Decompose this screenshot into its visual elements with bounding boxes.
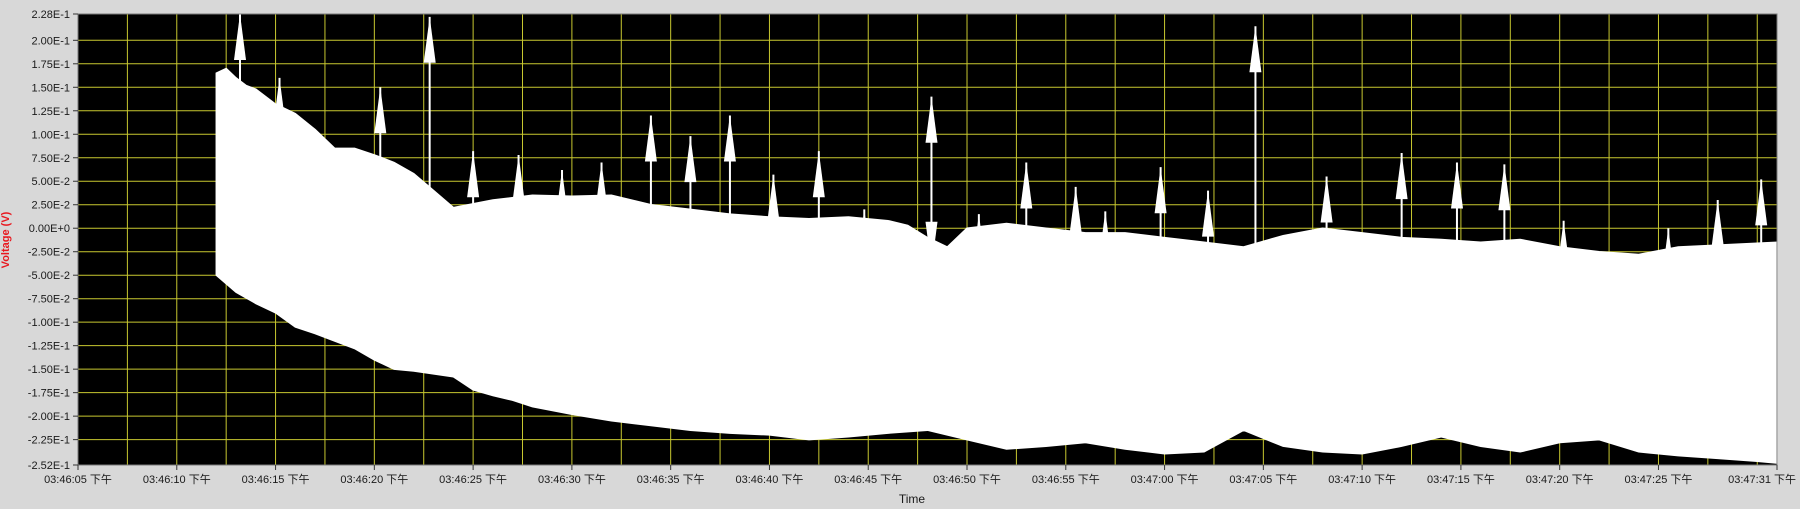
x-tick-label: 03:47:15 下午 — [1427, 473, 1495, 486]
x-tick-label: 03:46:40 下午 — [736, 473, 804, 486]
x-tick-label: 03:46:20 下午 — [340, 473, 408, 486]
y-tick-label: -1.50E-1 — [28, 364, 70, 376]
y-tick-label: -1.25E-1 — [28, 341, 70, 353]
y-tick-label: 7.50E-2 — [31, 153, 70, 165]
x-tick-label: 03:47:25 下午 — [1625, 473, 1693, 486]
y-tick-label: -5.00E-2 — [28, 270, 70, 282]
x-tick-label: 03:47:05 下午 — [1229, 473, 1297, 486]
x-tick-label: 03:46:10 下午 — [143, 473, 211, 486]
y-tick-label: -2.00E-1 — [28, 411, 70, 423]
y-tick-label: 2.28E-1 — [31, 9, 70, 21]
x-tick-label: 03:47:00 下午 — [1131, 473, 1199, 486]
y-tick-label: -1.75E-1 — [28, 388, 70, 400]
x-tick-label: 03:46:50 下午 — [933, 473, 1001, 486]
x-tick-label: 03:46:25 下午 — [439, 473, 507, 486]
y-tick-label: 0.00E+0 — [29, 223, 70, 235]
y-tick-label: 1.50E-1 — [31, 82, 70, 94]
y-tick-label: 1.75E-1 — [31, 59, 70, 71]
x-tick-label: 03:46:55 下午 — [1032, 473, 1100, 486]
y-tick-label: 2.50E-2 — [31, 200, 70, 212]
y-tick-label: 1.25E-1 — [31, 106, 70, 118]
x-tick-label: 03:47:31 下午 — [1728, 473, 1796, 486]
y-axis-label: Voltage (V) — [0, 211, 12, 268]
x-tick-label: 03:47:20 下午 — [1526, 473, 1594, 486]
y-tick-label: -7.50E-2 — [28, 294, 70, 306]
x-tick-label: 03:46:15 下午 — [242, 473, 310, 486]
y-tick-label: 5.00E-2 — [31, 176, 70, 188]
voltage-time-chart: 2.28E-1 2.00E-1 1.75E-1 1.50E-1 1.25E-1 1.00E… — [0, 0, 1800, 506]
y-tick-label: -2.52E-1 — [28, 460, 70, 472]
x-tick-label: 03:46:45 下午 — [834, 473, 902, 486]
x-tick-label: 03:46:30 下午 — [538, 473, 606, 486]
y-tick-label: 1.00E-1 — [31, 129, 70, 141]
x-tick-label: 03:46:35 下午 — [637, 473, 705, 486]
y-tick-label: -1.00E-1 — [28, 317, 70, 329]
y-tick-label: -2.25E-1 — [28, 435, 70, 447]
x-tick-label: 03:46:05 下午 — [44, 473, 112, 486]
x-axis-label: Time — [899, 492, 926, 504]
y-tick-label: -2.50E-2 — [28, 247, 70, 259]
chart-svg: 2.28E-1 2.00E-1 1.75E-1 1.50E-1 1.25E-1 1.00E… — [0, 0, 1800, 506]
x-tick-label: 03:47:10 下午 — [1328, 473, 1396, 486]
y-tick-label: 2.00E-1 — [31, 35, 70, 47]
